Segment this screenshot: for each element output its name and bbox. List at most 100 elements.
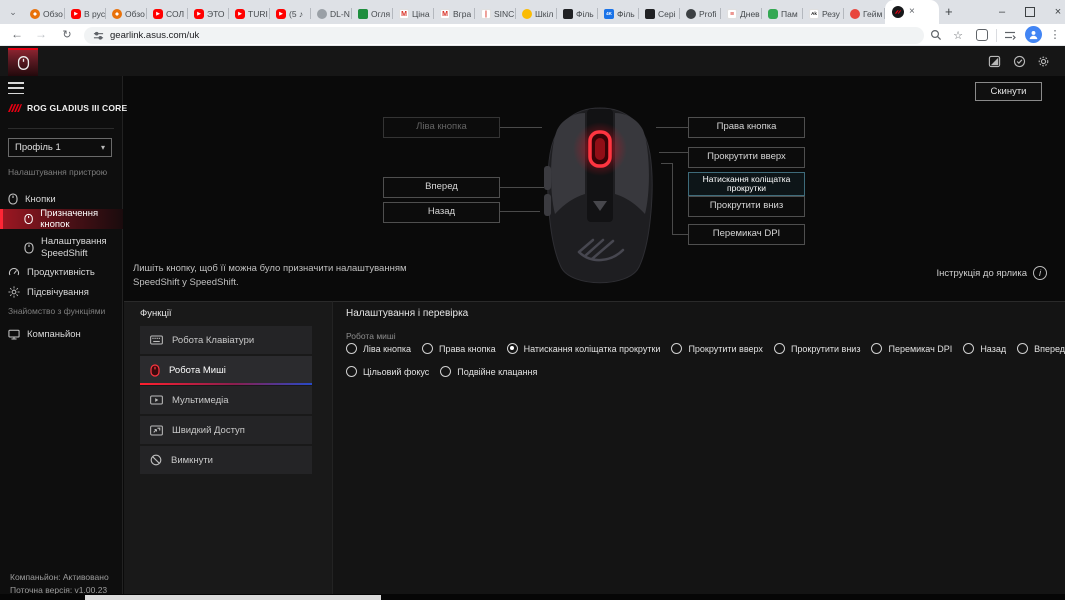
function-item-quick-access[interactable]: Швидкий Доступ xyxy=(140,416,312,444)
sidebar-item-lighting[interactable]: Підсвічування xyxy=(0,282,123,302)
browser-tab[interactable]: | SINC xyxy=(475,4,516,24)
shortcut-instruction-link[interactable]: Інструкція до ярлика i xyxy=(937,266,1047,280)
update-check-icon[interactable] xyxy=(1012,54,1027,69)
address-bar[interactable]: gearlink.asus.com/uk xyxy=(84,27,924,44)
horizontal-scrollbar-thumb[interactable] xyxy=(85,595,381,600)
browser-tab[interactable]: ≡ Днев xyxy=(721,4,762,24)
browser-tab-active[interactable]: × xyxy=(885,0,939,24)
radio-circle xyxy=(1017,343,1028,354)
callout-line xyxy=(500,211,540,212)
tab-organizer-icon[interactable] xyxy=(974,27,990,43)
browser-tab[interactable]: DL-N xyxy=(311,4,352,24)
tab-search-icon[interactable]: ⌄ xyxy=(6,5,20,19)
browser-tab[interactable]: Пам xyxy=(762,4,803,24)
browser-tab[interactable]: Гейм xyxy=(844,4,885,24)
profile-select[interactable]: Профіль 1 ▾ xyxy=(8,138,112,157)
zoom-icon[interactable] xyxy=(928,27,944,43)
function-item-multimedia[interactable]: Мультимедіа xyxy=(140,386,312,414)
radio-option[interactable]: Подвійне клацання xyxy=(440,366,537,377)
display-mode-icon[interactable] xyxy=(987,54,1002,69)
browser-tab[interactable]: ▶ СОЛ xyxy=(147,4,188,24)
new-tab-button[interactable]: + xyxy=(945,4,953,19)
browser-tab[interactable]: ▶ ЭТО xyxy=(188,4,229,24)
window-maximize-button[interactable] xyxy=(1016,0,1044,24)
bookmark-star-icon[interactable]: ☆ xyxy=(950,27,966,43)
sidebar-item-performance[interactable]: Продуктивність xyxy=(0,262,123,282)
profile-avatar[interactable] xyxy=(1025,26,1042,43)
radio-option[interactable]: Назад xyxy=(963,343,1006,354)
radio-option[interactable]: Натискання коліщатка прокрутки xyxy=(507,343,661,354)
speedshift-hint-text: Лишіть кнопку, щоб її можна було признач… xyxy=(133,262,433,291)
browser-tab[interactable]: M Ціна xyxy=(393,4,434,24)
mouse-assign-button[interactable]: Натискання коліщатка прокрутки xyxy=(688,172,805,196)
left-mapping-buttons: Ліва кнопка Вперед Назад xyxy=(383,117,500,223)
mouse-assign-button[interactable]: Перемикач DPI xyxy=(688,224,805,245)
window-minimize-button[interactable]: – xyxy=(988,0,1016,24)
reload-button[interactable]: ↻ xyxy=(58,25,76,43)
radio-circle xyxy=(440,366,451,377)
mouse-assign-button[interactable]: Прокрутити вверх xyxy=(688,147,805,168)
sidebar-item-button-assignment[interactable]: Призначення кнопок xyxy=(0,209,123,229)
device-name-text: ROG GLADIUS III CORE xyxy=(27,103,127,113)
browser-tab[interactable]: Огля xyxy=(352,4,393,24)
extensions-icon[interactable] xyxy=(1002,27,1018,43)
site-info-icon[interactable] xyxy=(93,30,104,41)
forward-button[interactable]: → xyxy=(32,25,50,43)
tab-favicon xyxy=(768,9,778,19)
browser-tab[interactable]: ▶ (5 ♪ xyxy=(270,4,311,24)
reset-button[interactable]: Скинути xyxy=(975,82,1042,101)
info-icon[interactable]: i xyxy=(1033,266,1047,280)
browser-tab[interactable]: ▶ В рус xyxy=(65,4,106,24)
radio-circle xyxy=(422,343,433,354)
browser-tab[interactable]: ▶ TURI xyxy=(229,4,270,24)
browser-tab[interactable]: M Вгра xyxy=(434,4,475,24)
tab-favicon: ≡ xyxy=(727,9,737,19)
browser-tab[interactable]: Філь xyxy=(557,4,598,24)
radio-circle xyxy=(346,343,357,354)
device-tab-mouse[interactable] xyxy=(8,48,38,76)
radio-option[interactable]: Права кнопка xyxy=(422,343,496,354)
mouse-assign-button[interactable]: Назад xyxy=(383,202,500,223)
sidebar-divider xyxy=(8,128,114,129)
browser-tab[interactable]: Ak Резу xyxy=(803,4,844,24)
browser-tab[interactable]: Сері xyxy=(639,4,680,24)
function-item-keyboard[interactable]: Робота Клавіатури xyxy=(140,326,312,354)
mouse-icon xyxy=(24,213,33,225)
back-button[interactable]: ← xyxy=(8,25,26,43)
mouse-work-group-label: Робота миші xyxy=(346,331,396,341)
radio-option[interactable]: Прокрутити вниз xyxy=(774,343,861,354)
browser-tab[interactable]: Шкіл xyxy=(516,4,557,24)
mouse-top-view-image xyxy=(535,104,665,300)
mouse-assign-button[interactable]: Вперед xyxy=(383,177,500,198)
radio-option[interactable]: Вперед xyxy=(1017,343,1065,354)
sidebar-item-companion[interactable]: Компаньйон xyxy=(0,324,123,344)
browser-tab[interactable]: Profi xyxy=(680,4,721,24)
tab-favicon xyxy=(30,9,40,19)
radio-option[interactable]: Перемикач DPI xyxy=(871,343,952,354)
sidebar-item-buttons[interactable]: Кнопки xyxy=(0,189,123,209)
window-close-button[interactable]: × xyxy=(1044,0,1065,24)
hamburger-menu-icon[interactable] xyxy=(8,82,24,94)
radio-option[interactable]: Ліва кнопка xyxy=(346,343,411,354)
tab-title: Резу xyxy=(822,9,840,19)
tab-close-icon[interactable]: × xyxy=(909,7,915,17)
sidebar-item-speedshift[interactable]: Налаштування SpeedShift xyxy=(0,231,123,265)
settings-test-title: Налаштування і перевірка xyxy=(346,308,468,319)
radio-option[interactable]: Прокрутити вверх xyxy=(671,343,763,354)
browser-tab[interactable]: Обзо xyxy=(24,4,65,24)
tab-title: Днев xyxy=(740,9,760,19)
browser-menu-icon[interactable]: ⋮ xyxy=(1049,26,1061,43)
settings-gear-icon[interactable] xyxy=(1036,54,1051,69)
mouse-assign-button[interactable]: Права кнопка xyxy=(688,117,805,138)
mouse-assign-button[interactable]: Прокрутити вниз xyxy=(688,196,805,217)
radio-option[interactable]: Цільовий фокус xyxy=(346,366,429,377)
browser-tab-strip: ⌄ Обзо ▶ В рус Обзо ▶ СОЛ ▶ ЭТО ▶ TURI xyxy=(0,0,1065,24)
mouse-action-radios-row1: Ліва кнопка Права кнопка Натискання колі… xyxy=(346,343,1065,354)
browser-tab[interactable]: Обзо xyxy=(106,4,147,24)
tab-title: Вгра xyxy=(453,9,471,19)
tab-favicon: | xyxy=(481,9,491,19)
mouse-assign-button[interactable]: Ліва кнопка xyxy=(383,117,500,138)
function-item-mouse[interactable]: Робота Миші xyxy=(140,356,312,384)
function-item-disable[interactable]: Вимкнути xyxy=(140,446,312,474)
browser-tab[interactable]: 4K Філь xyxy=(598,4,639,24)
